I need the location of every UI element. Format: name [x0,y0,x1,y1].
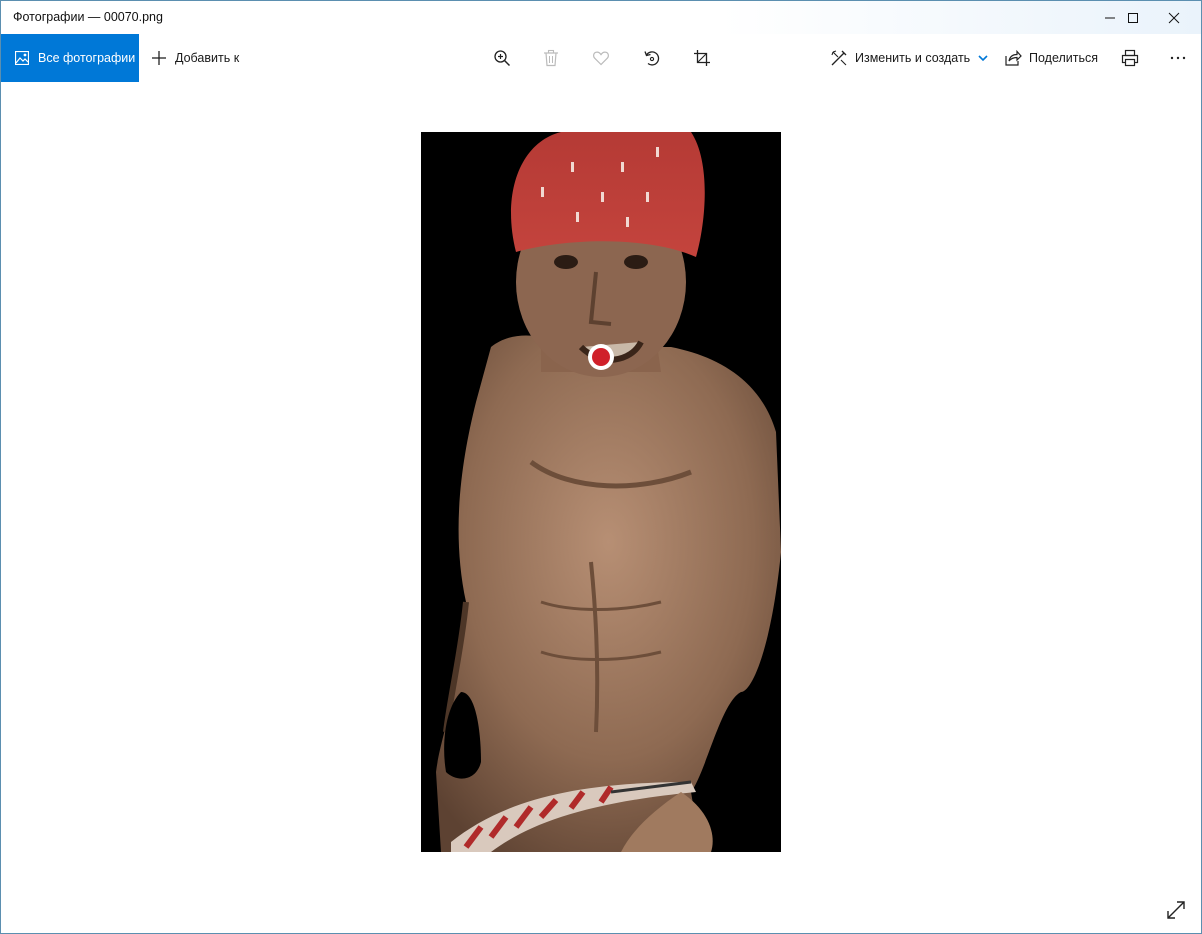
more-button[interactable] [1166,46,1190,70]
zoom-in-icon [494,50,511,67]
all-photos-label: Все фотографии [38,51,136,65]
add-to-label: Добавить к [175,51,240,65]
edit-create-label: Изменить и создать [855,51,971,65]
toolbar: Все фотографии Добавить к Изменить и соз… [1,34,1201,82]
close-icon [1168,12,1180,23]
share-icon [1004,49,1022,67]
red-dot-marker [588,344,614,370]
title-bar: Фотографии — 00070.png [1,1,1201,34]
all-photos-button[interactable]: Все фотографии [1,34,139,82]
rotate-button[interactable] [640,46,664,70]
photo-stage [1,82,1201,933]
rotate-icon [644,51,660,66]
chevron-down-icon [978,53,988,63]
close-button[interactable] [1151,1,1197,34]
shirtless-man-red-bandana-photo [421,132,781,852]
zoom-button[interactable] [490,46,514,70]
photo-gallery-icon [15,51,29,65]
crop-icon [694,50,710,66]
photo-image[interactable] [421,132,781,852]
favorite-icon [593,51,609,66]
delete-icon [544,49,558,67]
print-button[interactable] [1118,46,1142,70]
favorite-button[interactable] [589,46,613,70]
edit-create-icon [830,49,848,67]
photos-window: Фотографии — 00070.png Все фотографии До… [0,0,1202,934]
expand-icon[interactable] [1165,899,1187,921]
maximize-button[interactable] [1110,1,1156,34]
window-title: Фотографии — 00070.png [13,10,163,24]
delete-button[interactable] [539,46,563,70]
plus-icon [151,50,167,66]
crop-button[interactable] [690,46,714,70]
more-icon [1170,56,1186,60]
add-to-button[interactable]: Добавить к [151,34,239,82]
edit-create-menu[interactable]: Изменить и создать [830,34,988,82]
share-button[interactable]: Поделиться [1004,34,1098,82]
share-label: Поделиться [1029,51,1099,65]
print-icon [1121,49,1139,67]
maximize-icon [1128,12,1138,23]
